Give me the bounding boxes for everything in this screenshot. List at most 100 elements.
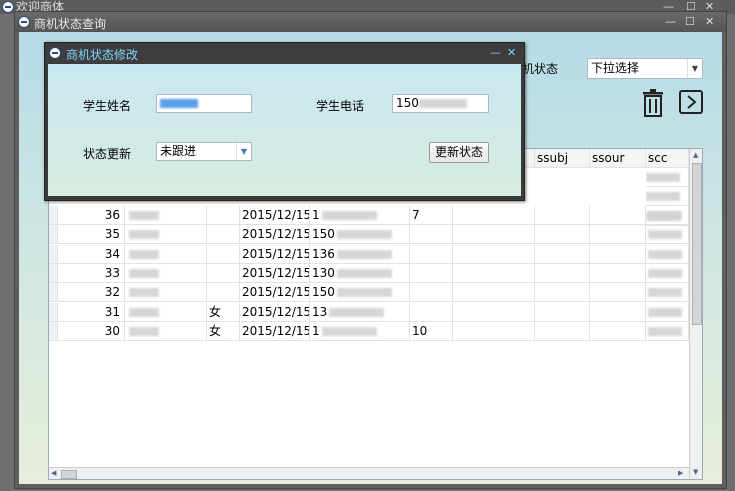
table-cell[interactable] (453, 263, 535, 283)
table-cell[interactable] (590, 283, 646, 303)
table-cell-phone[interactable]: 150 (310, 283, 410, 303)
table-cell-id[interactable]: 31 (58, 302, 125, 322)
table-cell-id[interactable]: 33 (58, 263, 125, 283)
table-cell[interactable] (535, 206, 590, 225)
table-cell-date[interactable]: 2015/12/15 (240, 244, 310, 264)
table-cell[interactable] (49, 206, 58, 225)
status-update-select[interactable]: 未跟进 ▼ (156, 142, 252, 161)
table-cell[interactable] (453, 321, 535, 341)
table-cell-tail[interactable] (410, 244, 453, 264)
table-cell[interactable] (646, 225, 689, 245)
status-filter-select[interactable]: 下拉选择 ▼ (587, 58, 703, 79)
table-cell-name[interactable] (125, 283, 207, 303)
table-cell[interactable] (590, 321, 646, 341)
table-cell[interactable] (646, 283, 689, 303)
dialog-close-button[interactable]: ✕ (507, 46, 516, 59)
table-cell-id[interactable]: 32 (58, 283, 125, 303)
table-cell[interactable] (646, 206, 689, 226)
table-cell-name[interactable] (125, 244, 207, 264)
table-cell[interactable] (590, 244, 646, 264)
table-cell-date[interactable]: 2015/12/15 (240, 206, 310, 225)
table-cell[interactable] (49, 244, 58, 264)
table-cell[interactable] (646, 263, 689, 283)
table-cell[interactable] (453, 225, 535, 245)
table-cell[interactable] (49, 302, 58, 322)
table-cell-phone[interactable]: 136 (310, 244, 410, 264)
window-minimize-button[interactable]: — (665, 15, 676, 28)
table-cell-date[interactable]: 2015/12/15 (240, 302, 310, 322)
table-cell[interactable] (646, 321, 689, 341)
window-maximize-button[interactable]: ☐ (685, 15, 695, 28)
table-cell-tail[interactable] (410, 225, 453, 245)
update-status-button[interactable]: 更新状态 (429, 142, 489, 163)
table-cell-id[interactable]: 36 (58, 206, 125, 225)
window-close-button[interactable]: ✕ (705, 15, 714, 28)
table-cell-gender[interactable] (207, 263, 240, 283)
vertical-scroll-thumb[interactable] (692, 163, 702, 325)
table-cell-gender[interactable]: 女 (207, 302, 240, 322)
table-cell[interactable] (49, 283, 58, 303)
table-cell-id[interactable]: 34 (58, 244, 125, 264)
table-cell-name[interactable] (125, 302, 207, 322)
table-cell-date[interactable]: 2015/12/15 (240, 321, 310, 341)
table-cell[interactable] (453, 244, 535, 264)
student-name-input[interactable] (156, 94, 252, 113)
table-cell[interactable] (646, 302, 689, 322)
table-cell[interactable] (535, 244, 590, 264)
table-cell[interactable] (49, 263, 58, 283)
arrow-right-icon[interactable] (679, 90, 703, 114)
table-cell-name[interactable] (125, 321, 207, 341)
table-cell-gender[interactable] (207, 283, 240, 303)
table-cell-date[interactable]: 2015/12/15 (240, 263, 310, 283)
table-cell-tail[interactable] (410, 283, 453, 303)
table-cell-phone[interactable]: 150 (310, 225, 410, 245)
scroll-up-icon[interactable]: ▲ (693, 151, 698, 159)
table-cell[interactable] (453, 206, 535, 225)
table-horizontal-scrollbar[interactable]: ◀ ▶ (49, 467, 689, 479)
table-cell[interactable] (590, 225, 646, 245)
table-cell-phone[interactable]: 13 (310, 302, 410, 322)
table-cell-gender[interactable]: 女 (207, 321, 240, 341)
table-cell-date[interactable]: 2015/12/15 (240, 283, 310, 303)
table-cell[interactable] (590, 206, 646, 225)
table-cell-phone[interactable]: 1 (310, 206, 410, 225)
table-cell[interactable] (646, 187, 689, 207)
table-cell-tail[interactable] (410, 263, 453, 283)
table-cell[interactable] (535, 263, 590, 283)
table-cell-id[interactable]: 30 (58, 321, 125, 341)
dialog-minimize-button[interactable]: — (490, 46, 501, 59)
column-header-scc[interactable]: scc (646, 149, 689, 168)
trash-icon[interactable] (642, 89, 664, 117)
table-cell[interactable] (646, 244, 689, 264)
table-cell-gender[interactable] (207, 225, 240, 245)
table-cell-tail[interactable]: 10 (410, 321, 453, 341)
column-header-ssubj[interactable]: ssubj (535, 149, 590, 168)
table-cell-tail[interactable]: 7 (410, 206, 453, 225)
table-cell-gender[interactable] (207, 206, 240, 225)
scroll-down-icon[interactable]: ▼ (693, 468, 698, 476)
scroll-left-icon[interactable]: ◀ (51, 469, 56, 477)
table-cell[interactable] (453, 302, 535, 322)
table-cell[interactable] (590, 263, 646, 283)
table-cell[interactable] (535, 321, 590, 341)
table-cell[interactable] (49, 225, 58, 245)
table-cell-id[interactable]: 35 (58, 225, 125, 245)
table-cell-gender[interactable] (207, 244, 240, 264)
table-cell[interactable] (535, 283, 590, 303)
table-cell-name[interactable] (125, 206, 207, 225)
table-cell-name[interactable] (125, 263, 207, 283)
horizontal-scroll-thumb[interactable] (61, 470, 77, 479)
table-cell[interactable] (590, 302, 646, 322)
table-cell-name[interactable] (125, 225, 207, 245)
table-cell-tail[interactable] (410, 302, 453, 322)
table-cell[interactable] (453, 283, 535, 303)
table-cell[interactable] (535, 302, 590, 322)
scroll-right-icon[interactable]: ▶ (678, 469, 683, 477)
column-header-ssour[interactable]: ssour (590, 149, 646, 168)
student-phone-input[interactable]: 150 (392, 94, 489, 113)
table-cell-phone[interactable]: 1 (310, 321, 410, 341)
table-cell-date[interactable]: 2015/12/15 (240, 225, 310, 245)
table-cell[interactable] (49, 321, 58, 341)
table-cell[interactable] (646, 168, 689, 187)
table-cell[interactable] (535, 225, 590, 245)
